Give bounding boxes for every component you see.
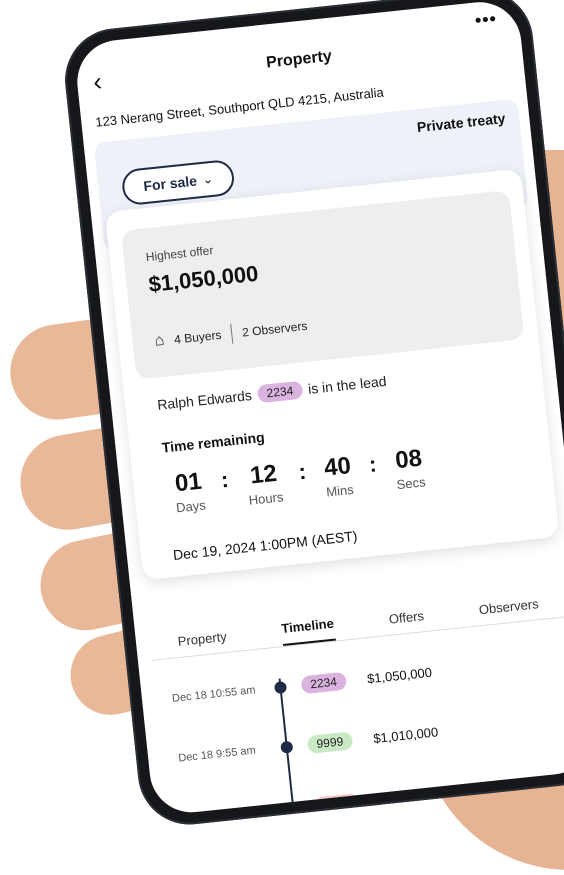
tab-property[interactable]: Property bbox=[177, 629, 228, 657]
bidder-badge: 9999 bbox=[306, 731, 354, 754]
more-options-icon[interactable]: ••• bbox=[474, 8, 498, 31]
timeline-time: Dec 18 9:55 am bbox=[177, 744, 257, 765]
auction-panel: Highest offer $1,050,000 ⌂ 4 Buyers 2 Ob… bbox=[104, 168, 560, 581]
days-value: 01 bbox=[173, 467, 204, 498]
timer-secs: 08 Secs bbox=[393, 444, 427, 493]
lead-info: Ralph Edwards 2234 is in the lead bbox=[156, 372, 387, 414]
chevron-down-icon: ⌄ bbox=[202, 171, 214, 187]
bidder-badge: 2234 bbox=[300, 671, 347, 695]
tab-timeline[interactable]: Timeline bbox=[280, 615, 336, 647]
phone-frame: ‹ Property ••• 123 Nerang Street, Southp… bbox=[60, 0, 564, 830]
end-datetime: Dec 19, 2024 1:00PM (AEST) bbox=[172, 527, 359, 563]
timeline-dot bbox=[273, 680, 288, 695]
timer-hours: 12 Hours bbox=[245, 459, 285, 508]
hours-value: 12 bbox=[248, 459, 279, 490]
offer-amount: $1,010,000 bbox=[372, 723, 439, 746]
offer-stats: ⌂ 4 Buyers 2 Observers bbox=[154, 316, 309, 352]
highest-offer-value: $1,050,000 bbox=[147, 260, 260, 298]
phone-screen: ‹ Property ••• 123 Nerang Street, Southp… bbox=[73, 0, 564, 817]
colon-separator: : bbox=[219, 466, 230, 493]
countdown-timer: 01 Days : 12 Hours : 40 Mins : 08 Secs bbox=[172, 444, 427, 516]
mins-label: Mins bbox=[325, 481, 355, 500]
buyers-count[interactable]: 4 Buyers bbox=[174, 328, 223, 347]
hours-label: Hours bbox=[247, 489, 285, 508]
secs-label: Secs bbox=[395, 474, 427, 493]
tab-observers[interactable]: Observers bbox=[478, 596, 540, 625]
offer-amount: $1,050,000 bbox=[366, 664, 433, 686]
offer-amount: $990,000 bbox=[379, 786, 435, 808]
colon-separator: : bbox=[297, 458, 308, 485]
days-label: Days bbox=[175, 497, 207, 516]
for-sale-label: For sale bbox=[142, 172, 198, 195]
secs-value: 08 bbox=[393, 444, 424, 475]
divider bbox=[230, 323, 234, 344]
lead-bidder-badge: 2234 bbox=[256, 380, 304, 404]
timer-days: 01 Days bbox=[172, 467, 207, 516]
page-title: Property bbox=[265, 47, 333, 72]
timeline-time: Dec 18 10:55 am bbox=[171, 684, 257, 705]
bidder-badge: 5462 bbox=[313, 793, 360, 816]
timeline-time: Dec 18 8:55 am bbox=[184, 806, 263, 817]
lead-name: Ralph Edwards bbox=[156, 386, 253, 413]
colon-separator: : bbox=[367, 451, 378, 477]
timeline-dot bbox=[286, 802, 300, 816]
timeline-row[interactable]: Dec 18 9:55 am 9999 $1,010,000 bbox=[161, 702, 564, 776]
time-remaining-title: Time remaining bbox=[160, 428, 266, 456]
timeline-dot bbox=[280, 740, 294, 754]
lead-suffix: is in the lead bbox=[307, 372, 388, 397]
observers-count[interactable]: 2 Observers bbox=[242, 319, 308, 340]
house-user-icon: ⌂ bbox=[153, 331, 166, 350]
timer-mins: 40 Mins bbox=[322, 452, 355, 500]
highest-offer-card: Highest offer $1,050,000 ⌂ 4 Buyers 2 Ob… bbox=[120, 189, 525, 380]
mins-value: 40 bbox=[322, 452, 353, 482]
top-bar: ‹ Property ••• bbox=[73, 0, 523, 104]
highest-offer-label: Highest offer bbox=[145, 243, 214, 265]
tab-offers[interactable]: Offers bbox=[388, 608, 425, 635]
